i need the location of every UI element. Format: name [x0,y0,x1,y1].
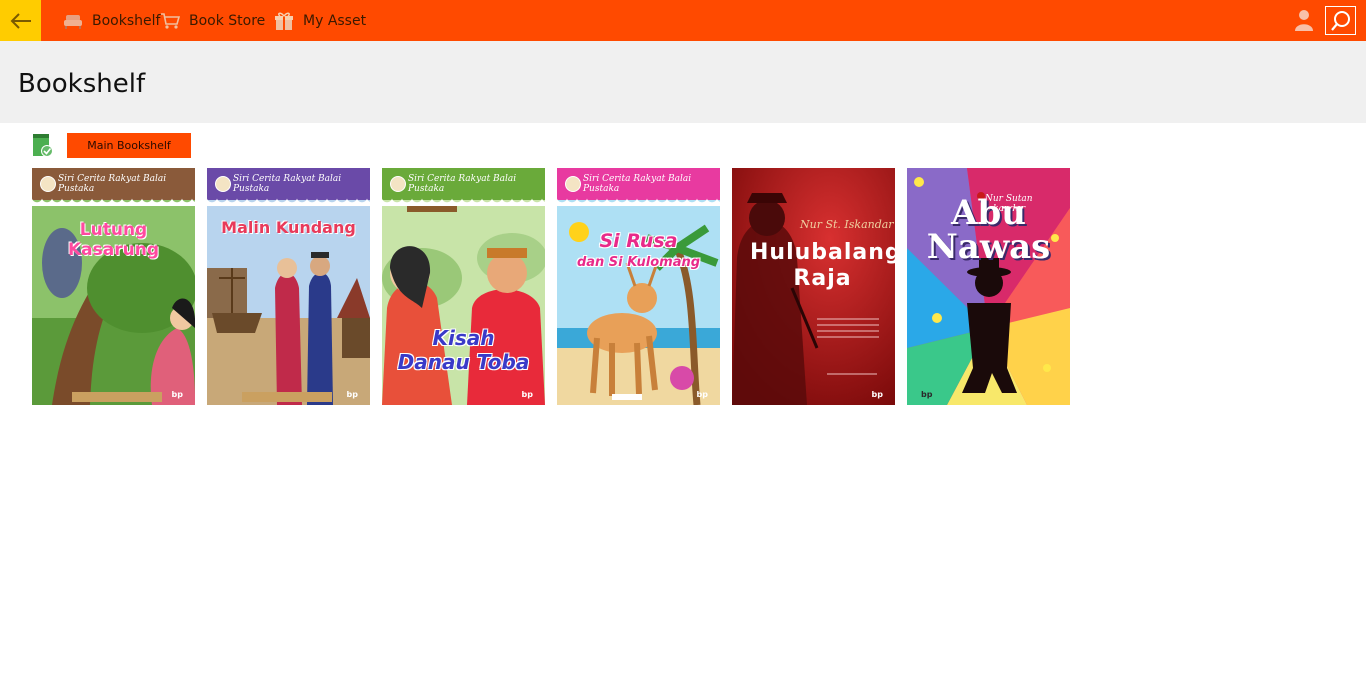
banner-decoration [207,198,370,206]
series-banner: Siri Cerita Rakyat Balai Pustaka [382,168,545,200]
publisher-logo: bp [921,390,933,399]
book-title-line2: dan Si Kulomang [576,255,701,270]
book-title-line1: Si Rusa [599,230,678,252]
back-button[interactable] [0,0,41,41]
sofa-icon [62,10,84,32]
series-banner: Siri Cerita Rakyat Balai Pustaka [207,168,370,200]
book-cover-si-rusa-dan-si-kulomang[interactable]: Siri Cerita Rakyat Balai Pustaka Si Rusa… [557,168,720,405]
book-cover-abu-nawas[interactable]: Nur Sutan Iskandar Abu Nawas bp [907,168,1070,405]
banner-decoration [557,198,720,206]
back-arrow-icon [10,12,31,29]
publisher-logo: bp [521,390,533,399]
gift-icon [273,10,295,32]
user-account-button[interactable] [1293,8,1315,32]
nav-my-asset-label: My Asset [303,12,367,29]
book-cover-lutung-kasarung[interactable]: Siri Cerita Rakyat Balai Pustaka Lutung … [32,168,195,405]
main-bookshelf-button[interactable]: Main Bookshelf [67,133,191,158]
book-title-line1: Kisah [432,326,495,350]
book-title: Lutung Kasarung [68,220,159,260]
page-title: Bookshelf [18,69,146,99]
bookshelf-selector-icon-button[interactable] [32,133,54,158]
book-title-line1: Hulubalang [750,240,895,265]
search-icon [1330,10,1350,31]
book-title-line2: Danau Toba [397,350,530,374]
book-title: Si Rusa dan Si Kulomang [557,230,720,274]
publisher-logo: bp [696,390,708,399]
book-cover-malin-kundang[interactable]: Siri Cerita Rakyat Balai Pustaka Malin K… [207,168,370,405]
series-banner: Siri Cerita Rakyat Balai Pustaka [32,168,195,200]
book-title-line2: Raja [793,266,852,291]
user-icon [1295,10,1313,31]
book-author: Nur St. Iskandar [800,218,894,231]
publisher-logo: bp [871,390,883,399]
banner-decoration [382,198,545,206]
book-title: Malin Kundang [221,218,356,237]
search-button[interactable] [1325,6,1356,35]
nav-book-store-label: Book Store [189,12,266,29]
title-bar: Bookshelf [0,41,1366,123]
book-title: Kisah Danau Toba [382,326,545,374]
book-cover-hulubalang-raja[interactable]: Nur St. Iskandar Hulubalang Raja bp [732,168,895,405]
publisher-logo: bp [171,390,183,399]
series-banner: Siri Cerita Rakyat Balai Pustaka [557,168,720,200]
book-check-icon [33,134,53,157]
book-title: Abu Nawas [907,196,1070,264]
cart-icon [159,10,181,32]
book-title: Hulubalang Raja [750,240,895,292]
banner-decoration [32,198,195,206]
book-title-line1: Abu [951,193,1026,233]
publisher-logo: bp [346,390,358,399]
book-cover-kisah-danau-toba[interactable]: Siri Cerita Rakyat Balai Pustaka Kisah D… [382,168,545,405]
nav-book-store[interactable]: Book Store [159,0,265,41]
top-navigation-bar: Bookshelf Book Store My Asset [0,0,1366,41]
book-title-line2: Nawas [926,227,1051,267]
nav-bookshelf-label: Bookshelf [92,12,161,29]
nav-bookshelf[interactable]: Bookshelf [62,0,160,41]
nav-my-asset[interactable]: My Asset [273,0,366,41]
